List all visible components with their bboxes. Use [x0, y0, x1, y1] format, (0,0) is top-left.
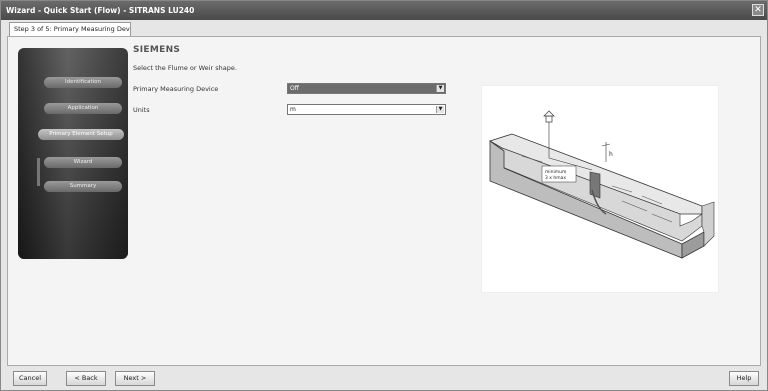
step-progress-indicator — [37, 158, 40, 186]
close-icon[interactable]: ✕ — [752, 4, 764, 16]
cancel-button[interactable]: Cancel — [13, 371, 47, 386]
step-primary-element-setup[interactable]: Primary Element Setup — [38, 129, 124, 140]
wizard-content: Identification Application Primary Eleme… — [7, 36, 761, 366]
step-wizard[interactable]: Wizard — [44, 157, 122, 168]
units-value: m — [290, 106, 296, 113]
tab-step-3[interactable]: Step 3 of 5: Primary Measuring Device — [9, 22, 131, 36]
wizard-step-panel: Identification Application Primary Eleme… — [18, 48, 128, 259]
step-summary[interactable]: Summary — [44, 181, 122, 192]
siemens-logo: SIEMENS — [133, 45, 181, 55]
chevron-down-icon[interactable]: ▼ — [436, 85, 444, 92]
units-label: Units — [133, 106, 150, 114]
step-identification[interactable]: Identification — [44, 77, 122, 88]
window-title: Wizard - Quick Start (Flow) - SITRANS LU… — [6, 6, 195, 15]
primary-device-label: Primary Measuring Device — [133, 85, 219, 93]
chevron-down-icon[interactable]: ▼ — [436, 106, 444, 113]
wizard-window: Wizard - Quick Start (Flow) - SITRANS LU… — [0, 0, 768, 391]
instruction-text: Select the Flume or Weir shape. — [133, 64, 237, 72]
wizard-footer: Cancel < Back Next > Help — [1, 368, 767, 390]
flume-diagram: h minimum 3 x hmax — [481, 85, 719, 293]
svg-text:h: h — [609, 151, 613, 158]
title-bar: Wizard - Quick Start (Flow) - SITRANS LU… — [1, 1, 767, 20]
back-button[interactable]: < Back — [66, 371, 106, 386]
next-button[interactable]: Next > — [115, 371, 155, 386]
dimension-label-line2: 3 x hmax — [545, 175, 566, 181]
step-application[interactable]: Application — [44, 103, 122, 114]
dimension-label-line1: minimum — [545, 169, 566, 175]
primary-device-select[interactable]: Off ▼ — [287, 83, 446, 94]
help-button[interactable]: Help — [729, 371, 759, 386]
primary-device-value: Off — [290, 85, 299, 92]
units-select[interactable]: m ▼ — [287, 104, 446, 115]
flume-illustration: h minimum 3 x hmax — [489, 110, 715, 259]
